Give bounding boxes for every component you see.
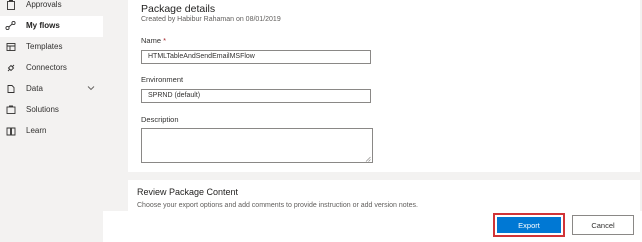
- package-details-card: Package details Created by Habibur Raham…: [128, 0, 640, 172]
- sidebar-item-label: Connectors: [26, 63, 67, 72]
- name-label: Name *: [141, 36, 167, 45]
- sidebar-item-label: Approvals: [26, 0, 62, 9]
- sidebar-item-label: Templates: [26, 42, 63, 51]
- review-title: Review Package Content: [137, 187, 239, 197]
- sidebar-item-approvals[interactable]: Approvals: [0, 0, 103, 16]
- page-title: Package details: [141, 3, 216, 15]
- sidebar-item-learn[interactable]: Learn: [0, 121, 103, 142]
- main-content: Package details Created by Habibur Raham…: [103, 0, 642, 242]
- solutions-icon: [5, 104, 16, 115]
- approvals-icon: [5, 0, 16, 10]
- created-by-text: Created by Habibur Rahaman on 08/01/2019: [141, 16, 281, 23]
- name-field[interactable]: HTMLTableAndSendEmailMSFlow: [141, 50, 371, 64]
- sidebar-item-label: Learn: [26, 126, 47, 135]
- learn-icon: [5, 125, 16, 136]
- resize-grip-icon[interactable]: [365, 155, 371, 162]
- sidebar-item-data[interactable]: Data: [0, 79, 103, 100]
- export-button[interactable]: Export: [497, 217, 561, 233]
- sidebar-item-connectors[interactable]: Connectors: [0, 58, 103, 79]
- description-label: Description: [141, 115, 179, 124]
- review-subtitle: Choose your export options and add comme…: [137, 202, 418, 209]
- left-navigation: Approvals My flows Templates Connectors …: [0, 0, 103, 242]
- environment-label: Environment: [141, 75, 184, 84]
- my-flows-icon: [5, 20, 16, 31]
- templates-icon: [5, 41, 16, 52]
- sidebar-item-templates[interactable]: Templates: [0, 37, 103, 58]
- connectors-icon: [5, 62, 16, 73]
- data-icon: [5, 83, 16, 94]
- sidebar-item-label: My flows: [26, 21, 60, 30]
- sidebar-item-label: Data: [26, 84, 43, 93]
- description-field[interactable]: [141, 128, 373, 163]
- review-package-card: Review Package Content Choose your expor…: [128, 180, 640, 212]
- cancel-button[interactable]: Cancel: [572, 215, 634, 235]
- environment-field[interactable]: SPRND (default): [141, 89, 371, 103]
- export-button-highlight: Export: [493, 213, 565, 237]
- sidebar-item-solutions[interactable]: Solutions: [0, 100, 103, 121]
- chevron-down-icon[interactable]: [87, 84, 95, 92]
- sidebar-item-label: Solutions: [26, 105, 59, 114]
- sidebar-item-my-flows[interactable]: My flows: [0, 16, 103, 37]
- required-marker: *: [163, 36, 167, 45]
